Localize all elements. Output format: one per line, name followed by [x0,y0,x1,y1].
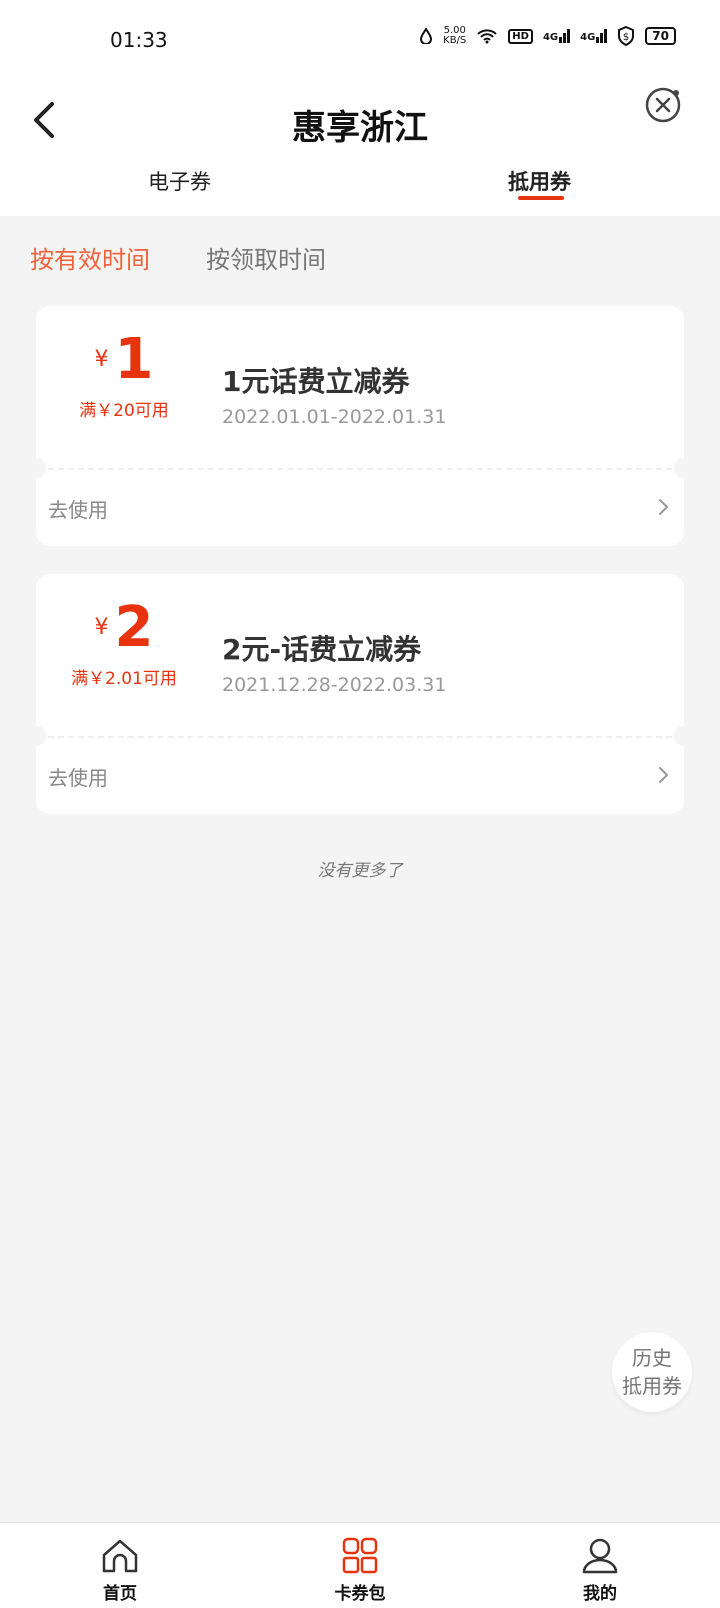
use-coupon-link[interactable]: 去使用 [48,762,108,791]
sort-bar: 按有效时间 按领取时间 [30,240,326,275]
status-icons: 5.00 KB/S HD 4G 4G $ 70 [419,26,676,46]
shield-dollar-icon: $ [618,26,635,46]
person-icon [582,1538,618,1574]
status-bar: 01:33 5.00 KB/S HD 4G 4G $ 70 [0,0,720,80]
sort-by-valid-time[interactable]: 按有效时间 [30,240,150,275]
active-tab-indicator [518,196,564,200]
coupon-amount: ¥1 [36,330,212,390]
page-title: 惠享浙江 [292,108,428,148]
coupon-card[interactable]: ¥2 满￥2.01可用 2元-话费立减券 2021.12.28-2022.03.… [26,574,694,814]
coupon-title: 1元话费立减券 [222,365,410,398]
coupon-divider [48,736,672,738]
coupon-type-tabs: 电子券 抵用券 [0,160,720,216]
status-time: 01:33 [110,28,168,52]
close-circle-icon [645,87,681,123]
hd-badge: HD [508,28,533,44]
coupon-notch [26,458,46,478]
nav-item-me[interactable]: 我的 [540,1537,660,1604]
nav-label-wallet: 卡券包 [334,1584,386,1604]
list-end-text: 没有更多了 [317,861,403,881]
tab-discount-voucher[interactable]: 抵用券 [508,166,571,196]
net-speed: 5.00 KB/S [443,25,467,46]
signal-icon: 4G [543,29,571,43]
use-coupon-link[interactable]: 去使用 [48,494,108,523]
currency-symbol: ¥ [94,347,109,372]
history-vouchers-button[interactable]: 历史 抵用券 [612,1332,692,1412]
coupon-divider [48,468,672,470]
coupon-title: 2元-话费立减券 [222,633,422,666]
history-label-line2: 抵用券 [622,1374,682,1398]
wifi-icon [477,29,497,44]
nav-item-wallet[interactable]: 卡券包 [300,1537,420,1604]
coupon-card[interactable]: ¥1 满￥20可用 1元话费立减券 2022.01.01-2022.01.31 … [26,306,694,546]
coupon-notch [674,726,694,746]
grid-icon [342,1537,378,1574]
coupon-date-range: 2022.01.01-2022.01.31 [222,406,447,428]
coupon-notch [26,726,46,746]
nav-bar: 惠享浙江 [0,80,720,160]
close-miniapp-button[interactable] [644,84,684,124]
home-icon [102,1539,138,1573]
currency-symbol: ¥ [94,615,109,640]
amount-value: 1 [114,327,154,392]
coupon-notch [674,458,694,478]
chevron-right-icon[interactable] [656,496,672,518]
coupon-date-range: 2021.12.28-2022.03.31 [222,674,447,696]
nav-label-me: 我的 [583,1584,617,1604]
coupon-amount: ¥2 [36,598,212,658]
amount-value: 2 [114,595,154,660]
nav-label-home: 首页 [103,1584,137,1604]
signal-icon-2: 4G [580,29,608,43]
water-drop-icon [420,28,433,44]
nav-item-home[interactable]: 首页 [60,1537,180,1604]
sort-by-claim-time[interactable]: 按领取时间 [206,240,326,275]
chevron-right-icon[interactable] [656,764,672,786]
history-label-line1: 历史 [632,1346,672,1370]
battery-indicator: 70 [645,27,676,45]
svg-text:$: $ [623,32,629,43]
bottom-nav: 首页 卡券包 我的 [0,1522,720,1608]
coupon-condition: 满￥20可用 [79,401,169,421]
coupon-condition: 满￥2.01可用 [71,669,177,689]
tab-e-voucher[interactable]: 电子券 [148,166,211,196]
